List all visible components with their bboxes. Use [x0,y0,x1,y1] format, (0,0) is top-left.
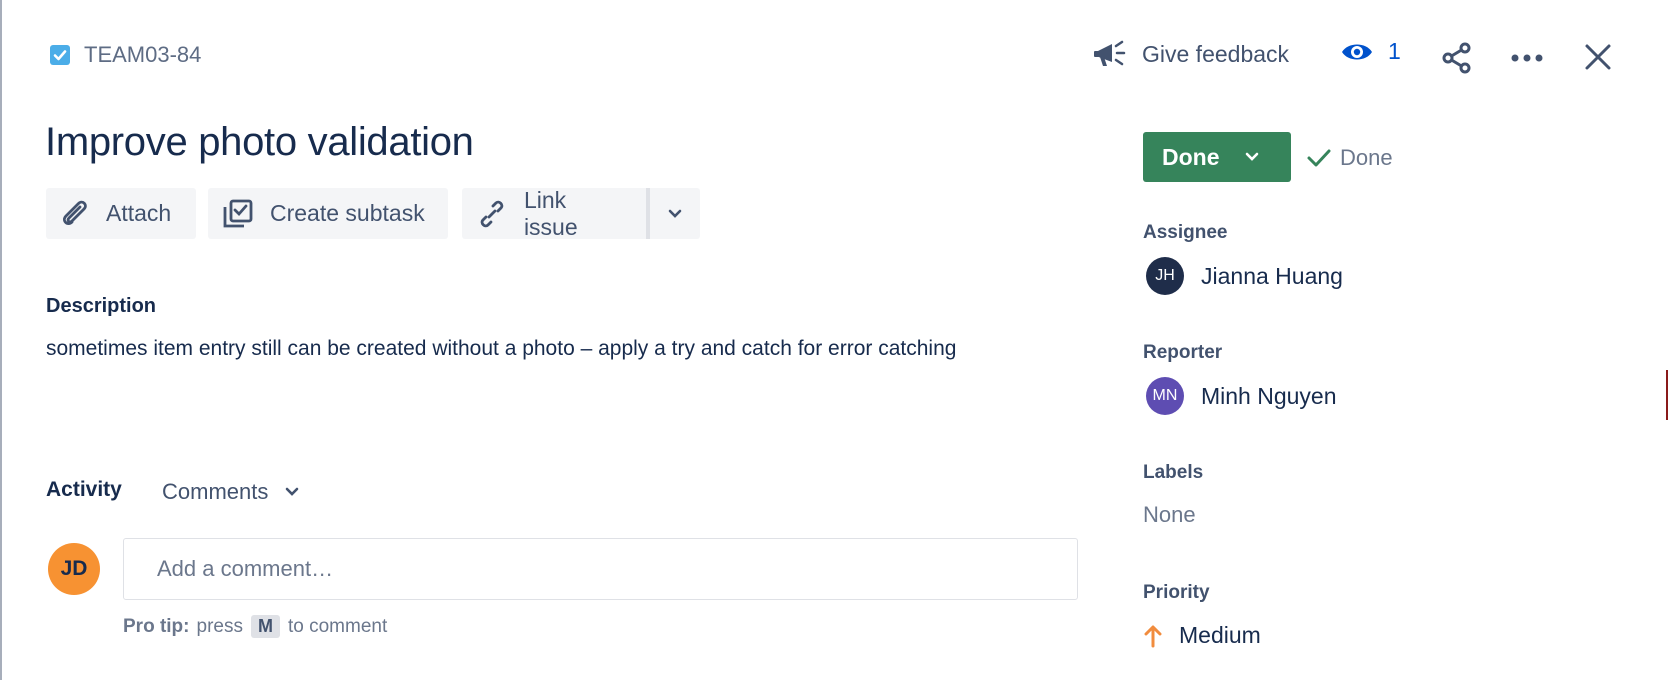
link-issue-label: Link issue [523,186,578,240]
protip: Pro tip: press M to comment [123,615,387,638]
share-button[interactable] [1437,38,1477,78]
activity-filter-label: Comments [162,479,269,504]
give-feedback-label: Give feedback [1142,40,1290,67]
activity-label: Activity [46,478,122,501]
current-user-avatar: JD [48,543,100,595]
assignee-name: Jianna Huang [1201,262,1343,289]
issue-key-link[interactable]: TEAM03-84 [84,42,201,68]
attach-label: Attach [106,200,172,226]
attach-button[interactable]: Attach [46,188,196,239]
protip-prefix: Pro tip: [123,615,190,637]
issue-title[interactable]: Improve photo validation [45,120,474,165]
priority-value: Medium [1179,622,1261,648]
watch-button[interactable]: 1 [1340,38,1401,65]
assignee-avatar: JH [1146,257,1184,295]
labels-label: Labels [1143,462,1204,483]
protip-suffix: to comment [287,615,388,637]
subtask-icon [223,199,253,227]
labels-value[interactable]: None [1143,502,1196,528]
more-actions-button[interactable] [1507,38,1547,78]
assignee-label: Assignee [1143,222,1228,243]
watchers-count: 1 [1388,38,1401,64]
close-icon [1585,44,1611,70]
reporter-field[interactable]: MN Minh Nguyen [1146,377,1337,415]
comment-input[interactable]: Add a comment… [123,538,1078,600]
close-button[interactable] [1578,37,1618,77]
resolution-indicator: Done [1306,145,1393,171]
create-subtask-label: Create subtask [270,200,425,226]
protip-press: press [196,615,243,637]
chevron-down-icon [668,209,682,218]
reporter-name: Minh Nguyen [1201,382,1337,409]
more-actions-dropdown[interactable] [650,188,700,239]
reporter-avatar: MN [1146,377,1184,415]
reporter-label: Reporter [1143,342,1223,363]
status-dropdown-button[interactable]: Done [1143,132,1291,182]
create-subtask-button[interactable]: Create subtask [208,188,448,239]
megaphone-icon [1094,40,1126,66]
ellipsis-icon [1511,54,1543,62]
link-issue-button[interactable]: Link issue [462,186,646,240]
task-checkbox-icon [50,45,70,65]
resolution-label: Done [1340,145,1393,170]
chevron-down-icon [286,487,299,496]
arrow-up-icon [1144,625,1162,647]
give-feedback-button[interactable]: Give feedback [1092,38,1289,70]
paperclip-icon [63,200,87,225]
share-icon [1442,42,1471,74]
priority-label: Priority [1143,582,1210,603]
link-icon [480,200,504,227]
description-label: Description [46,295,157,317]
keyboard-shortcut-key: M [250,615,280,638]
assignee-field[interactable]: JH Jianna Huang [1146,257,1343,295]
status-label: Done [1162,143,1220,170]
description-text[interactable]: sometimes item entry still can be create… [46,330,1006,368]
chevron-down-icon [1245,152,1258,161]
modal-left-border [0,0,2,680]
priority-field[interactable]: Medium [1143,622,1261,649]
eye-icon [1342,44,1372,59]
checkmark-icon [1307,149,1331,167]
activity-filter-dropdown[interactable]: Comments [162,479,300,505]
